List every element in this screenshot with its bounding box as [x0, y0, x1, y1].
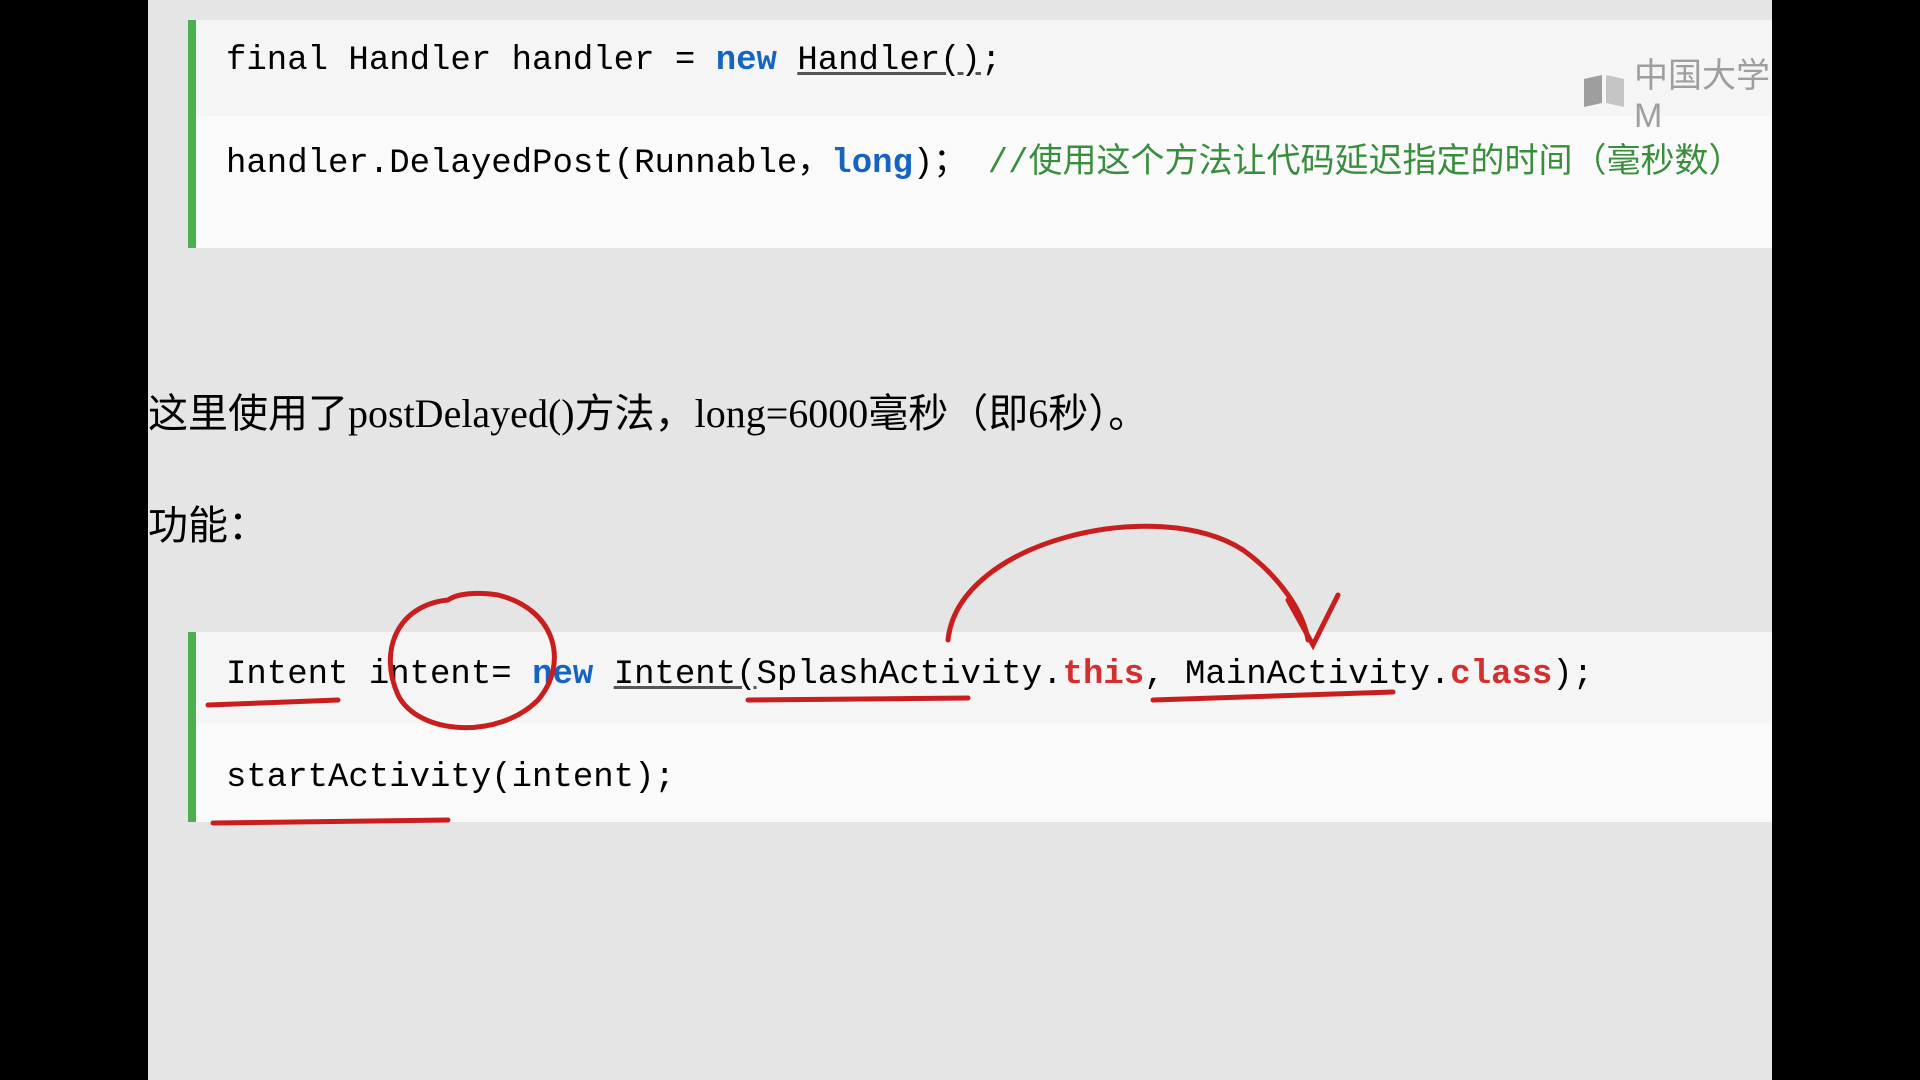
code-block-intent: Intent intent= new Intent(SplashActivity… — [188, 632, 1772, 822]
book-icon — [1582, 75, 1626, 109]
code-line-3: Intent intent= new Intent(SplashActivity… — [226, 652, 1742, 700]
code-block-handler: final Handler handler = new Handler(); h… — [188, 20, 1772, 248]
paragraph-1: 这里使用了postDelayed()方法，long=6000毫秒（即6秒）。 — [148, 378, 1772, 450]
slide-content: final Handler handler = new Handler(); h… — [148, 0, 1772, 1080]
code-line-4: startActivity(intent); — [226, 755, 1742, 803]
watermark-text: 中国大学M — [1634, 48, 1772, 136]
code-line-2: handler.DelayedPost(Runnable，long)； //使用… — [226, 141, 1742, 189]
paragraph-2: 功能： — [148, 490, 1772, 562]
watermark-logo: 中国大学M — [1582, 48, 1772, 136]
code-line-1: final Handler handler = new Handler(); — [226, 38, 1742, 86]
